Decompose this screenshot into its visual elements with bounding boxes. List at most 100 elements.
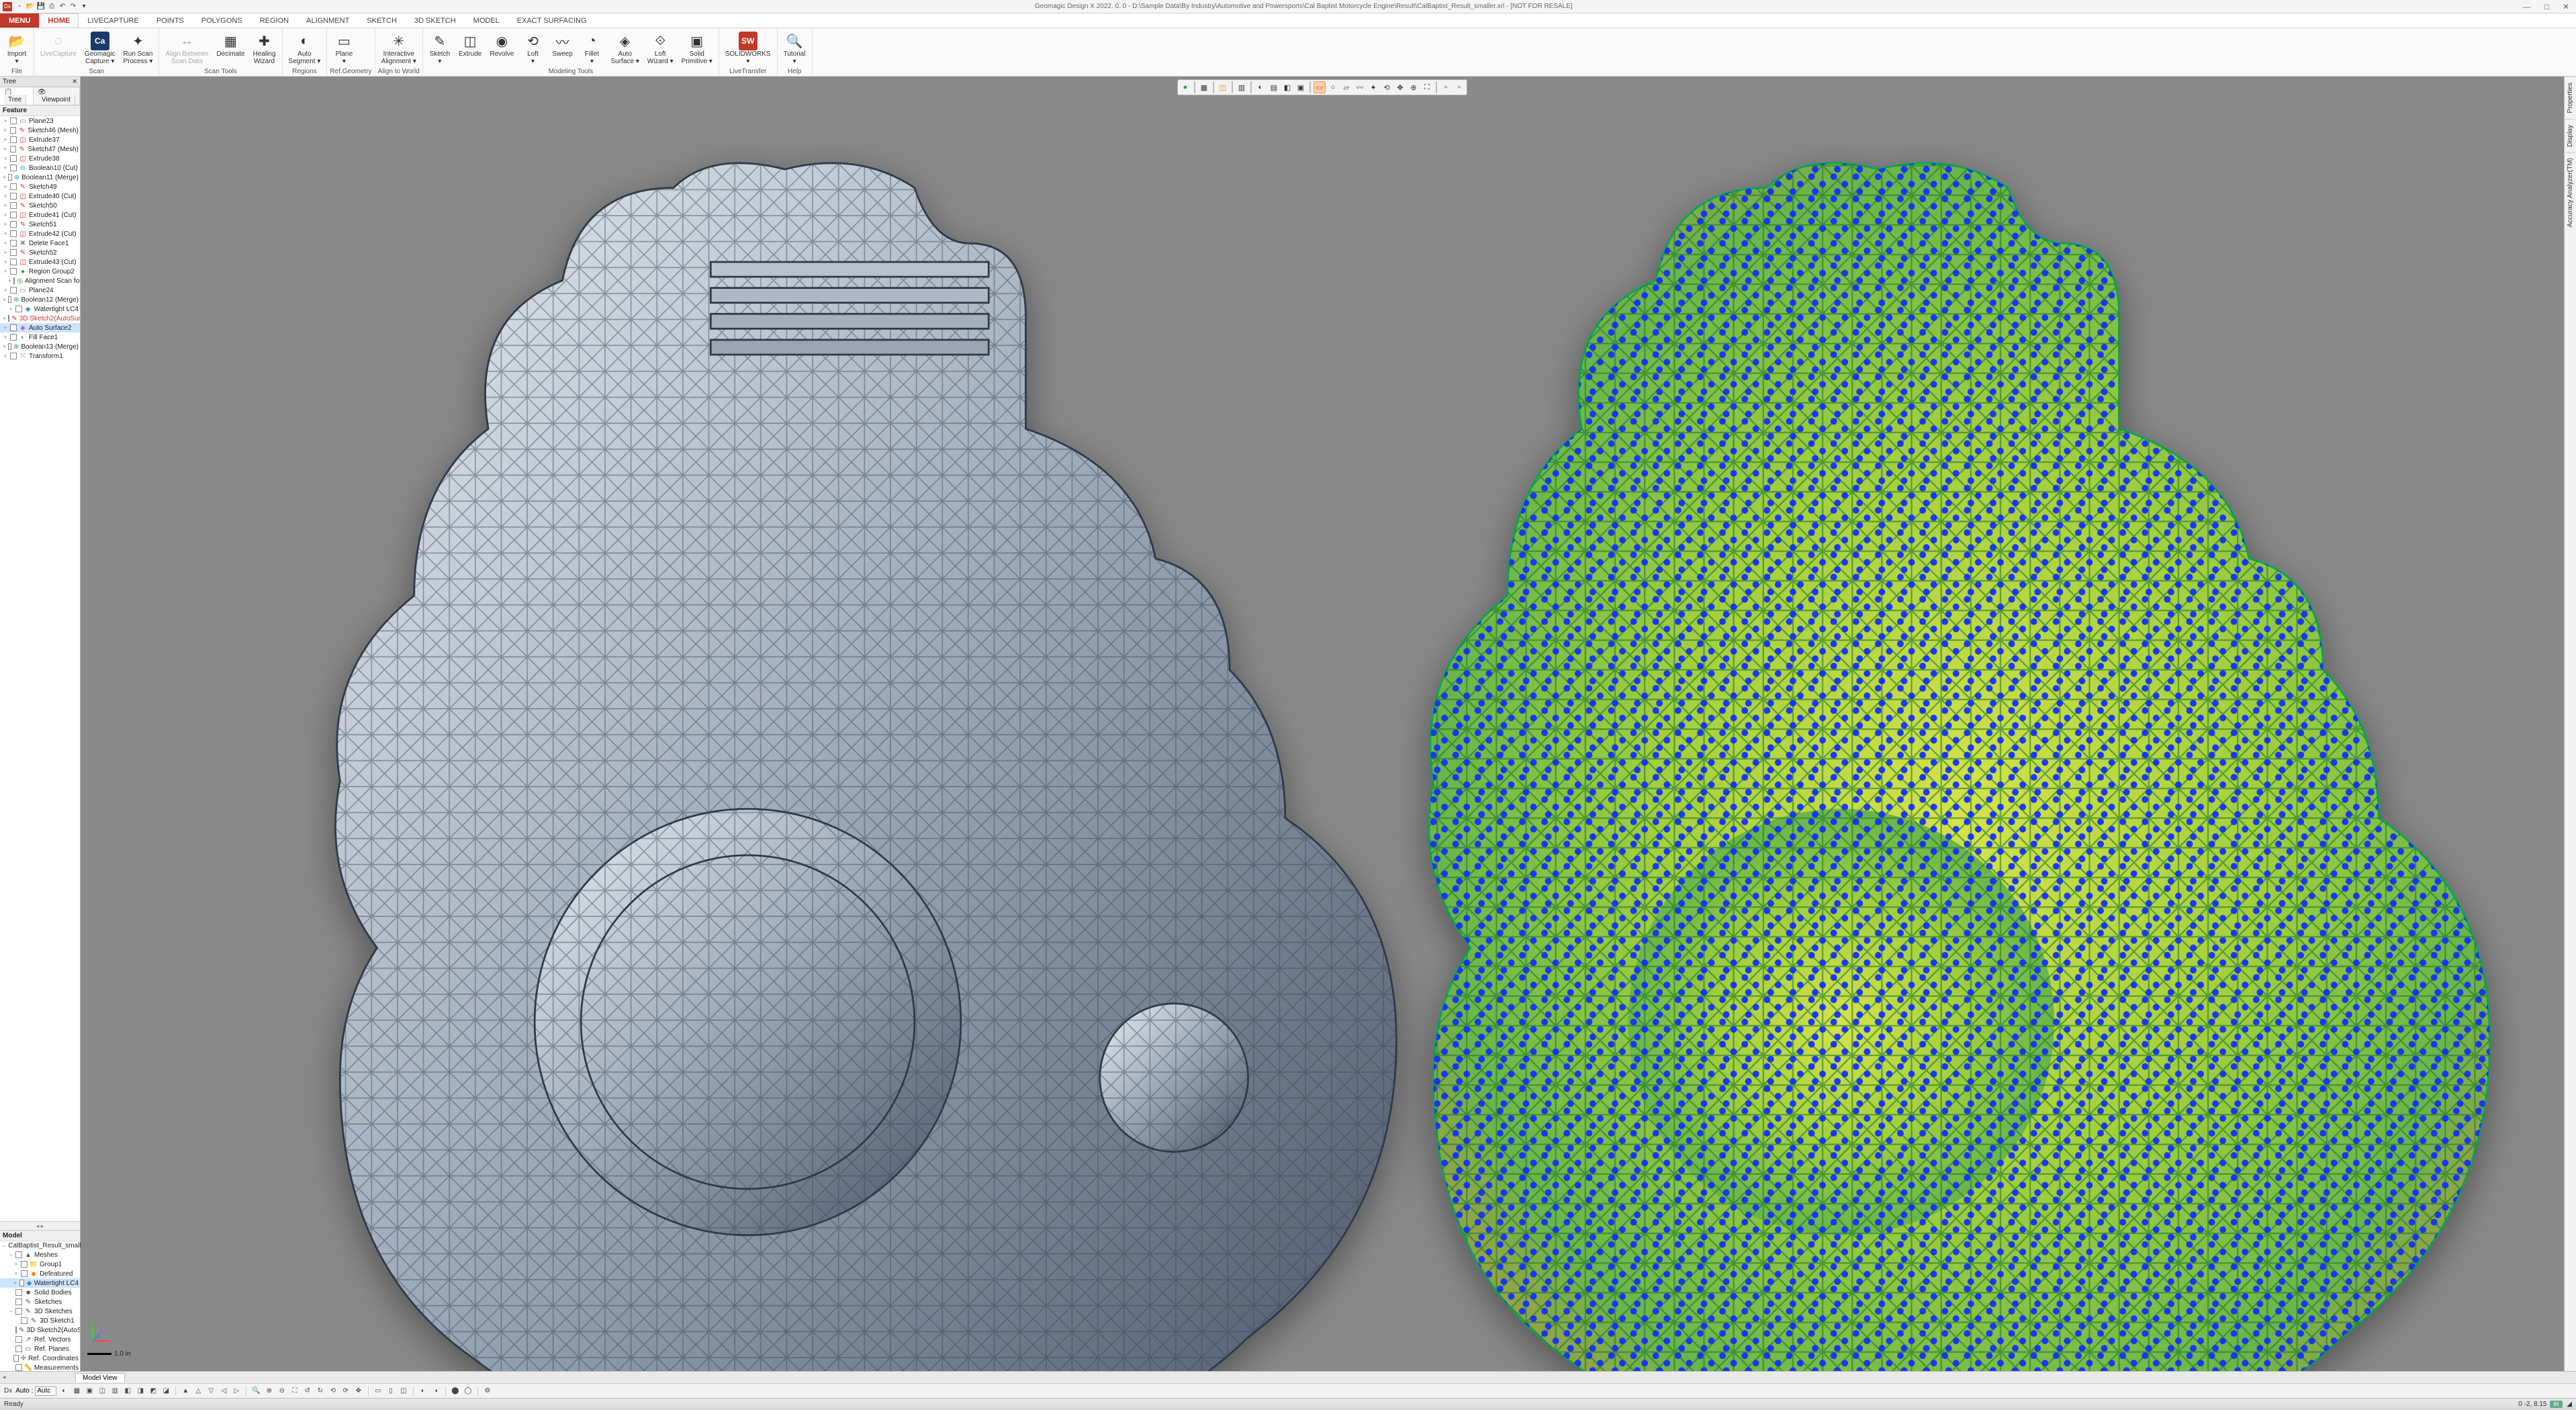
feature-item[interactable]: +▭Plane23 (0, 116, 80, 126)
loft-wizard-button[interactable]: ⟐Loft Wizard ▾ (644, 30, 677, 67)
run-scan-process-button[interactable]: ✦Run Scan Process ▾ (120, 30, 156, 67)
tab-region[interactable]: REGION (251, 13, 297, 28)
checkbox-icon[interactable] (15, 306, 22, 312)
feature-item[interactable]: +◫Extrude38 (0, 154, 80, 163)
tutorial-button[interactable]: 🔍Tutorial ▾ (780, 30, 809, 67)
bt-icon[interactable]: ◐ (418, 1386, 428, 1397)
checkbox-icon[interactable] (10, 165, 17, 171)
checkbox-icon[interactable] (8, 315, 9, 322)
status-resize-icon[interactable]: ◢ (2567, 1401, 2572, 1408)
bt-icon[interactable]: ◩ (148, 1386, 158, 1397)
bt-icon[interactable]: ◧ (122, 1386, 133, 1397)
bt-icon[interactable]: ✥ (353, 1386, 364, 1397)
geomagic-capture-button[interactable]: CaGeomagic Capture ▾ (81, 30, 119, 67)
checkbox-icon[interactable] (15, 1289, 22, 1296)
model-item[interactable]: 📏Measurements (0, 1363, 80, 1371)
checkbox-icon[interactable] (15, 1364, 22, 1371)
undo-icon[interactable]: ↶ (58, 2, 67, 11)
maximize-button[interactable]: □ (2540, 2, 2553, 11)
bt-icon[interactable]: ⛶ (289, 1386, 300, 1397)
healing-wizard-button[interactable]: ✚Healing Wizard (250, 30, 279, 67)
sketch-button[interactable]: ✎Sketch ▾ (426, 30, 454, 67)
checkbox-icon[interactable] (10, 221, 17, 228)
loft-button[interactable]: ⟲Loft ▾ (518, 30, 547, 67)
checkbox-icon[interactable] (10, 183, 17, 190)
model-item[interactable]: +◆Defeatured (0, 1269, 80, 1278)
checkbox-icon[interactable] (15, 1327, 17, 1333)
checkbox-icon[interactable] (15, 1336, 22, 1343)
feature-item[interactable]: +⊕Boolean13 (Merge) (0, 342, 80, 351)
bt-icon[interactable]: ⬤ (450, 1386, 461, 1397)
checkbox-icon[interactable] (10, 127, 17, 134)
open-icon[interactable]: 📂 (26, 2, 35, 11)
checkbox-icon[interactable] (10, 212, 17, 218)
bt-icon[interactable]: ⟲ (328, 1386, 338, 1397)
feature-item[interactable]: +⤧Transform1 (0, 351, 80, 361)
tree-scroll-sep[interactable]: ◂ ▸ (0, 1221, 80, 1231)
tab-livecapture[interactable]: LIVECAPTURE (79, 13, 147, 28)
feature-tree[interactable]: +▭Plane23+✎Sketch46 (Mesh)+◫Extrude37+✎S… (0, 116, 80, 1221)
bt-icon[interactable]: ↺ (302, 1386, 313, 1397)
solidworks-button[interactable]: SWSOLIDWORKS ▾ (722, 30, 774, 67)
feature-item[interactable]: +●Region Group2 (0, 267, 80, 276)
tab-alignment[interactable]: ALIGNMENT (297, 13, 358, 28)
solid-primitive-button[interactable]: ▣Solid Primitive ▾ (678, 30, 716, 67)
minimize-button[interactable]: — (2519, 2, 2535, 11)
checkbox-icon[interactable] (10, 202, 17, 209)
feature-item[interactable]: +◫Extrude43 (Cut) (0, 257, 80, 267)
checkbox-icon[interactable] (21, 1261, 28, 1268)
bt-icon[interactable]: ◪ (160, 1386, 171, 1397)
tab-model[interactable]: MODEL (465, 13, 508, 28)
feature-item[interactable]: +⊕Boolean11 (Merge) (0, 173, 80, 182)
bt-icon[interactable]: ⚙ (482, 1386, 493, 1397)
bottom-tab-prev-icon[interactable]: ◂ (0, 1374, 8, 1381)
tab-accuracy-analyzer[interactable]: Accuracy Analyzer(TM) (2565, 152, 2575, 232)
print-icon[interactable]: ⎙ (47, 2, 56, 11)
bt-icon[interactable]: ▭ (373, 1386, 383, 1397)
feature-item[interactable]: +✎Sketch52 (0, 248, 80, 257)
fillet-button[interactable]: ◔Fillet ▾ (578, 30, 606, 67)
checkbox-icon[interactable] (10, 287, 17, 294)
sweep-button[interactable]: 〰Sweep (548, 30, 576, 60)
auto-segment-button[interactable]: ◐Auto Segment ▾ (285, 30, 324, 67)
checkbox-icon[interactable] (19, 1280, 25, 1286)
checkbox-icon[interactable] (10, 193, 17, 200)
extrude-button[interactable]: ◫Extrude (455, 30, 485, 60)
feature-item[interactable]: +◈Auto Surface2 (0, 323, 80, 333)
bt-icon[interactable]: ▽ (205, 1386, 216, 1397)
bt-icon[interactable]: ◨ (135, 1386, 146, 1397)
checkbox-icon[interactable] (10, 334, 17, 341)
checkbox-icon[interactable] (8, 343, 11, 350)
checkbox-icon[interactable] (10, 155, 17, 162)
tab-properties[interactable]: Properties (2565, 77, 2575, 119)
bt-icon[interactable]: ⟳ (340, 1386, 351, 1397)
bt-icon[interactable]: ▯ (385, 1386, 396, 1397)
bt-icon[interactable]: ◫ (398, 1386, 409, 1397)
bt-icon[interactable]: ↻ (315, 1386, 326, 1397)
revolve-button[interactable]: ◉Revolve (486, 30, 517, 60)
auto-input[interactable] (35, 1386, 56, 1396)
checkbox-icon[interactable] (10, 324, 17, 331)
feature-item[interactable]: +✎Sketch50 (0, 201, 80, 210)
checkbox-icon[interactable] (15, 1346, 22, 1352)
checkbox-icon[interactable] (10, 249, 17, 256)
bt-icon[interactable]: ◐ (58, 1386, 69, 1397)
feature-item[interactable]: +◫Extrude40 (Cut) (0, 191, 80, 201)
tree-pane-close-icon[interactable]: ✕ (72, 78, 77, 85)
feature-item[interactable]: +✎Sketch51 (0, 220, 80, 229)
model-item[interactable]: ✛Ref. Coordinates (0, 1354, 80, 1363)
viewport-canvas[interactable] (81, 77, 2564, 1371)
bt-icon[interactable]: ▥ (109, 1386, 120, 1397)
viewport[interactable]: ●▦◫▥◐▤◧▣▭○▱〰✦⟲✥⊕⛶▫▫ (81, 77, 2564, 1371)
checkbox-icon[interactable] (10, 259, 17, 265)
app-icon[interactable]: Dx (3, 2, 12, 11)
feature-item[interactable]: +▭Plane24 (0, 285, 80, 295)
checkbox-icon[interactable] (15, 1298, 22, 1305)
feature-item[interactable]: +✖Delete Face1 (0, 238, 80, 248)
save-icon[interactable]: 💾 (36, 2, 46, 11)
bt-icon[interactable]: ⊕ (264, 1386, 275, 1397)
checkbox-icon[interactable] (13, 1355, 18, 1362)
model-item[interactable]: ✎3D Sketch2(AutoSurfac (0, 1325, 80, 1335)
axis-gizmo[interactable]: y x z (90, 1321, 113, 1346)
feature-item[interactable]: +◆Watertight LC4 (0, 304, 80, 314)
